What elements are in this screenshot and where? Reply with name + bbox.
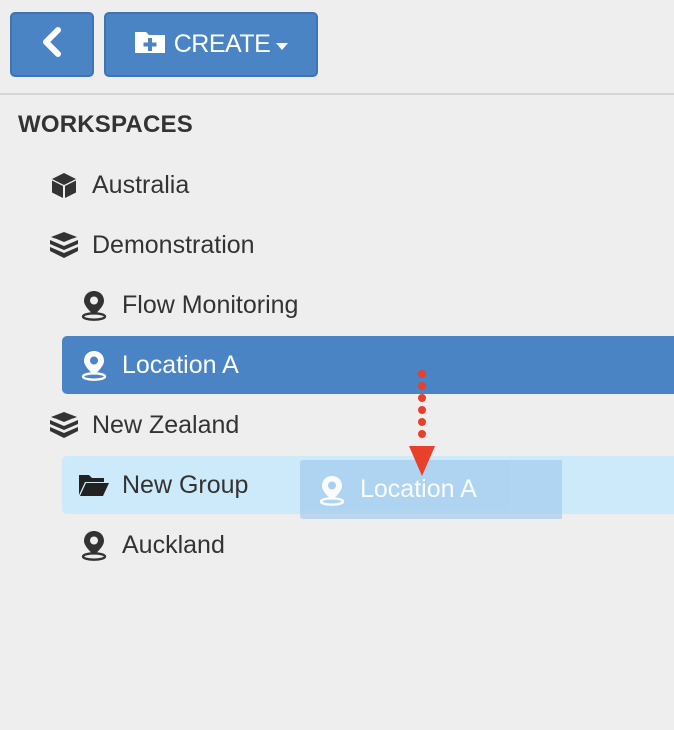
tree-item-new-zealand[interactable]: New Zealand [48, 396, 239, 454]
tree-item-label: Demonstration [92, 230, 255, 259]
tree-item-australia[interactable]: Australia [48, 156, 189, 214]
cubes-icon [48, 409, 80, 441]
caret-down-icon [276, 43, 289, 50]
map-marker-icon [78, 349, 110, 381]
back-button[interactable] [10, 12, 94, 77]
tree-item-label: Location A [122, 350, 239, 379]
tree-item-label: Flow Monitoring [122, 290, 299, 319]
folder-open-icon [78, 469, 110, 501]
drag-arrow [409, 370, 435, 476]
tree-item-location-a[interactable]: Location A [62, 336, 674, 394]
tree-item-label: Australia [92, 170, 190, 199]
tree-item-auckland[interactable]: Auckland [78, 516, 225, 574]
tree-item-label: Auckland [122, 530, 225, 559]
toolbar: CREATE [0, 0, 674, 95]
map-marker-icon [316, 474, 348, 506]
tree-item-label: New Group [122, 470, 249, 499]
map-marker-icon [78, 289, 110, 321]
create-label: CREATE [173, 30, 271, 58]
tree-item-demonstration[interactable]: Demonstration [48, 216, 255, 274]
map-marker-icon [78, 529, 110, 561]
workspaces-heading: WORKSPACES [18, 111, 193, 138]
tree-item-label: New Zealand [92, 410, 240, 439]
cube-icon [48, 169, 80, 201]
create-dropdown-button[interactable]: CREATE [104, 12, 318, 77]
cubes-icon [48, 229, 80, 261]
folder-plus-icon [134, 28, 166, 61]
chevron-left-icon [39, 27, 65, 62]
tree-item-flow-monitoring[interactable]: Flow Monitoring [78, 276, 298, 334]
